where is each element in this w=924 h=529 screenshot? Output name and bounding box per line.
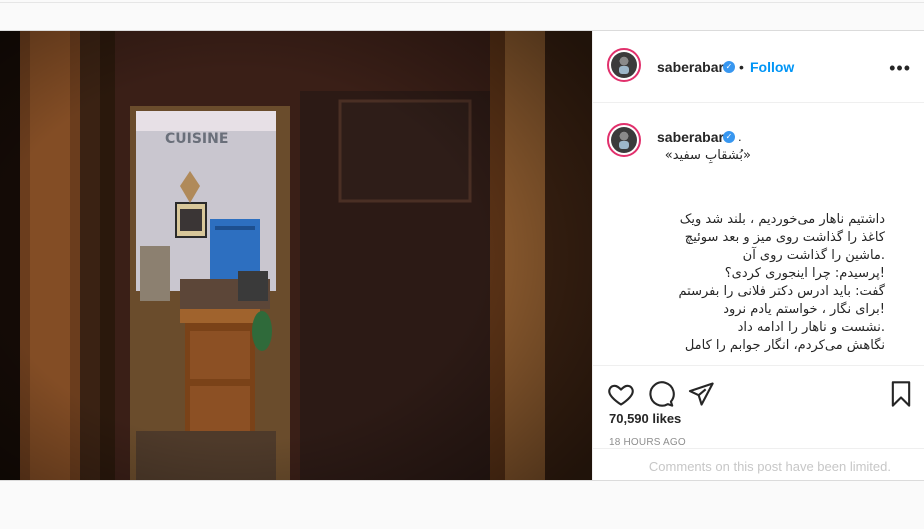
caption-line: !برای نگار ، خواستم یادم نرود	[723, 302, 885, 317]
caption-line: داشتیم ناهار می‌خوردیم ، بلند شد ویک	[679, 212, 885, 227]
header-username[interactable]: saberabar	[657, 59, 724, 75]
caption-title: «بُشقابِ سفید»	[664, 148, 751, 163]
comment-icon[interactable]	[647, 380, 677, 410]
post-sidebar: saberabar ✓ • Follow ••• saberabar ✓ . «…	[592, 31, 924, 480]
caption-verified-icon: ✓	[723, 131, 735, 143]
caption-line: گفت: باید ادرس دکتر فلانی را بفرستم	[678, 284, 886, 299]
likes-count[interactable]: 70,590 likes	[609, 411, 681, 426]
post-card: CUISINE	[0, 30, 924, 481]
photo-illustration: CUISINE	[0, 31, 592, 480]
caption-line: کاغذ را گذاشت روی میز و بعد سوئیچ	[684, 230, 885, 245]
follow-button[interactable]: Follow	[750, 59, 794, 75]
post-timestamp[interactable]: 18 HOURS AGO	[609, 437, 686, 448]
caption-suffix: .	[738, 129, 742, 144]
caption-line: !پرسیدم: چرا اینجوری کردی؟	[724, 266, 885, 281]
avatar[interactable]	[607, 48, 641, 82]
caption-line: .ماشین را گذاشت روی آن	[742, 248, 885, 263]
caption: saberabar ✓ . «بُشقابِ سفید» داشتیم ناها…	[593, 103, 924, 366]
caption-username[interactable]: saberabar	[657, 129, 724, 145]
comments-limited-notice: Comments on this post have been limited.	[593, 448, 924, 481]
action-bar	[593, 366, 924, 407]
bookmark-icon[interactable]	[887, 380, 917, 410]
caption-line: نگاهش می‌کردم، انگار جوابم را کامل	[684, 338, 885, 353]
verified-badge-icon: ✓	[723, 61, 735, 73]
heart-icon[interactable]	[607, 380, 637, 410]
post-header: saberabar ✓ • Follow •••	[593, 31, 924, 103]
more-options-icon[interactable]: •••	[889, 58, 911, 79]
post-photo[interactable]: CUISINE	[0, 31, 592, 480]
caption-avatar[interactable]	[607, 123, 641, 157]
paper-plane-icon[interactable]	[687, 380, 717, 410]
top-bar	[0, 0, 924, 3]
separator-dot: •	[739, 59, 744, 75]
caption-line: .نشست و ناهار را ادامه داد	[737, 320, 885, 335]
